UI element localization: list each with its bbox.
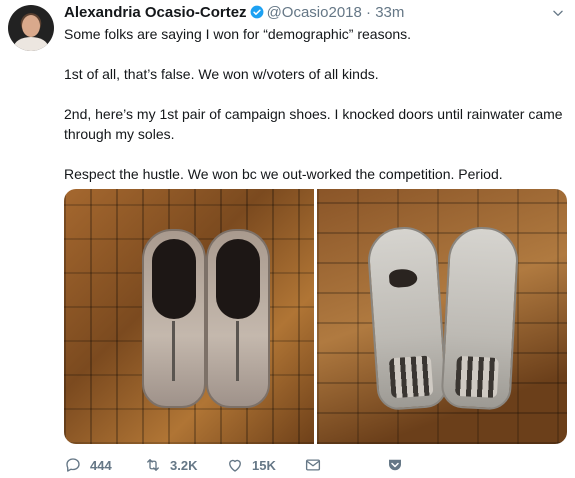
- photo-shoes-top-view[interactable]: [64, 189, 314, 444]
- sole-heel: [454, 355, 499, 398]
- tweet-paragraph: 2nd, here’s my 1st pair of campaign shoe…: [64, 106, 563, 142]
- tweet-time[interactable]: 33m: [375, 4, 404, 21]
- sole-hole: [388, 268, 418, 289]
- avatar-face: [22, 15, 40, 37]
- shoe-right: [206, 229, 270, 408]
- author-name[interactable]: Alexandria Ocasio-Cortez: [64, 4, 247, 21]
- shoe-opening: [152, 239, 196, 319]
- shoe-left: [142, 229, 206, 408]
- retweet-button[interactable]: 3.2K: [144, 456, 197, 474]
- photo-shoes-soles[interactable]: [317, 189, 567, 444]
- tweet-paragraph: 1st of all, that’s false. We won w/voter…: [64, 66, 379, 82]
- shoe-zipper: [236, 321, 239, 381]
- tweet-header: Alexandria Ocasio-Cortez @Ocasio2018 · 33…: [64, 4, 545, 22]
- verified-badge-icon: [250, 5, 263, 19]
- envelope-icon: [305, 459, 321, 471]
- sole-heel: [388, 355, 434, 399]
- sole-left: [365, 224, 449, 412]
- reply-count: 444: [90, 457, 112, 473]
- shoe-zipper: [172, 321, 175, 381]
- avatar-shoulders: [14, 37, 48, 51]
- like-icon: [229, 459, 241, 472]
- chevron-down-icon[interactable]: [551, 6, 565, 20]
- tweet-paragraph: Some folks are saying I won for “demogra…: [64, 26, 412, 42]
- retweet-count: 3.2K: [170, 457, 198, 473]
- shoe-opening: [216, 239, 260, 319]
- like-count: 15K: [252, 457, 276, 473]
- author-handle[interactable]: @Ocasio2018: [267, 4, 362, 21]
- reply-icon: [66, 458, 80, 472]
- tweet-paragraph: Respect the hustle. We won bc we out-wor…: [64, 166, 503, 182]
- sole-right: [440, 225, 520, 411]
- like-button[interactable]: 15K: [226, 456, 276, 474]
- retweet-icon: [147, 459, 159, 471]
- direct-message-button[interactable]: [304, 456, 322, 474]
- reply-button[interactable]: 444: [64, 456, 112, 474]
- separator-dot: ·: [366, 4, 372, 21]
- tweet-media: [64, 189, 567, 444]
- avatar[interactable]: [8, 5, 54, 51]
- tweet-actions: 444 3.2K 15K: [64, 456, 424, 478]
- tweet-text: Some folks are saying I won for “demogra…: [64, 24, 564, 204]
- pocket-save-icon[interactable]: [386, 456, 404, 474]
